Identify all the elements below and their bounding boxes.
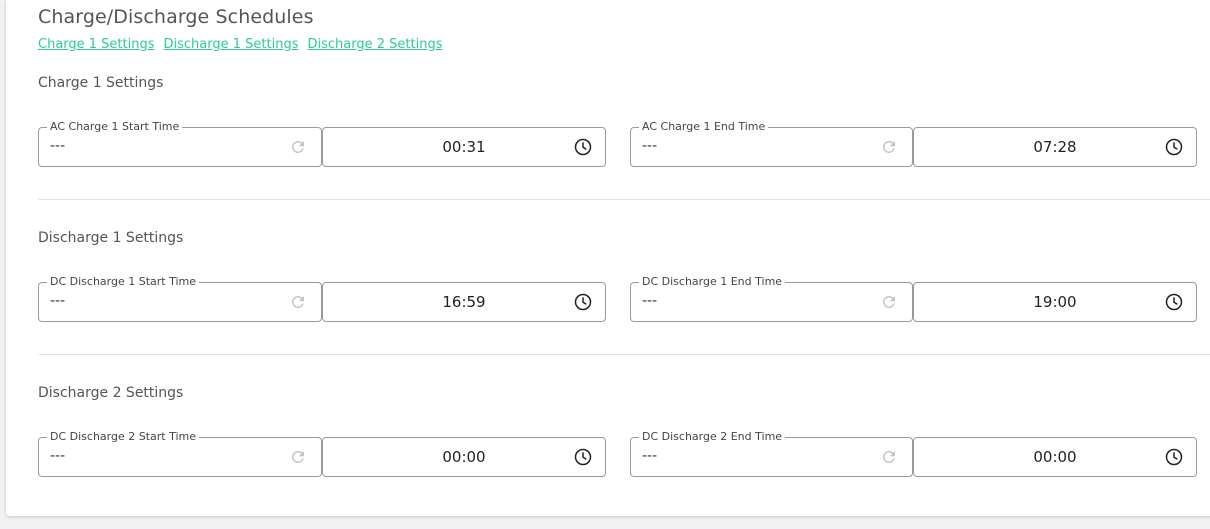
- field-label: AC Charge 1 End Time: [639, 120, 769, 134]
- current-value: ---: [642, 448, 658, 464]
- section-title: Discharge 2 Settings: [38, 385, 184, 401]
- ac-charge-1-end-time-picker[interactable]: 07:28: [913, 127, 1197, 167]
- clock-icon: [574, 293, 592, 311]
- dc-discharge-2-start-field: DC Discharge 2 Start Time ---: [38, 430, 322, 477]
- section-title: Discharge 1 Settings: [38, 230, 184, 246]
- refresh-icon[interactable]: [289, 138, 307, 156]
- current-value: ---: [50, 138, 66, 154]
- clock-icon: [1165, 138, 1183, 156]
- quick-links: Charge 1 Settings Discharge 1 Settings D…: [38, 37, 442, 52]
- clock-icon: [1165, 293, 1183, 311]
- link-charge-1-settings[interactable]: Charge 1 Settings: [38, 37, 155, 52]
- dc-discharge-1-end-time-picker[interactable]: 19:00: [913, 282, 1197, 322]
- section-title: Charge 1 Settings: [38, 75, 164, 91]
- dc-discharge-2-end-time-picker[interactable]: 00:00: [913, 437, 1197, 477]
- refresh-icon[interactable]: [289, 293, 307, 311]
- current-value: ---: [50, 293, 66, 309]
- dc-discharge-2-start-time-picker[interactable]: 00:00: [322, 437, 606, 477]
- time-value: 00:31: [442, 138, 486, 156]
- field-label: AC Charge 1 Start Time: [47, 120, 183, 134]
- time-value: 16:59: [442, 293, 486, 311]
- clock-icon: [574, 138, 592, 156]
- schedules-card: Charge/Discharge Schedules Charge 1 Sett…: [6, 0, 1210, 516]
- field-label: DC Discharge 2 Start Time: [47, 430, 200, 444]
- field-label: DC Discharge 1 Start Time: [47, 275, 200, 289]
- clock-icon: [574, 448, 592, 466]
- time-value: 00:00: [442, 448, 486, 466]
- refresh-icon[interactable]: [880, 293, 898, 311]
- field-label: DC Discharge 2 End Time: [639, 430, 786, 444]
- time-value: 19:00: [1033, 293, 1077, 311]
- time-value: 00:00: [1033, 448, 1077, 466]
- field-label: DC Discharge 1 End Time: [639, 275, 786, 289]
- section-divider: [38, 354, 1210, 355]
- refresh-icon[interactable]: [289, 448, 307, 466]
- page-title: Charge/Discharge Schedules: [38, 6, 314, 28]
- link-discharge-2-settings[interactable]: Discharge 2 Settings: [308, 37, 443, 52]
- dc-discharge-2-end-field: DC Discharge 2 End Time ---: [630, 430, 913, 477]
- clock-icon: [1165, 448, 1183, 466]
- section-divider: [38, 199, 1210, 200]
- dc-discharge-1-start-field: DC Discharge 1 Start Time ---: [38, 275, 322, 322]
- refresh-icon[interactable]: [880, 448, 898, 466]
- current-value: ---: [50, 448, 66, 464]
- ac-charge-1-end-field: AC Charge 1 End Time ---: [630, 120, 913, 167]
- ac-charge-1-start-field: AC Charge 1 Start Time ---: [38, 120, 322, 167]
- dc-discharge-1-end-field: DC Discharge 1 End Time ---: [630, 275, 913, 322]
- time-value: 07:28: [1033, 138, 1077, 156]
- link-discharge-1-settings[interactable]: Discharge 1 Settings: [164, 37, 299, 52]
- ac-charge-1-start-time-picker[interactable]: 00:31: [322, 127, 606, 167]
- current-value: ---: [642, 293, 658, 309]
- refresh-icon[interactable]: [880, 138, 898, 156]
- current-value: ---: [642, 138, 658, 154]
- dc-discharge-1-start-time-picker[interactable]: 16:59: [322, 282, 606, 322]
